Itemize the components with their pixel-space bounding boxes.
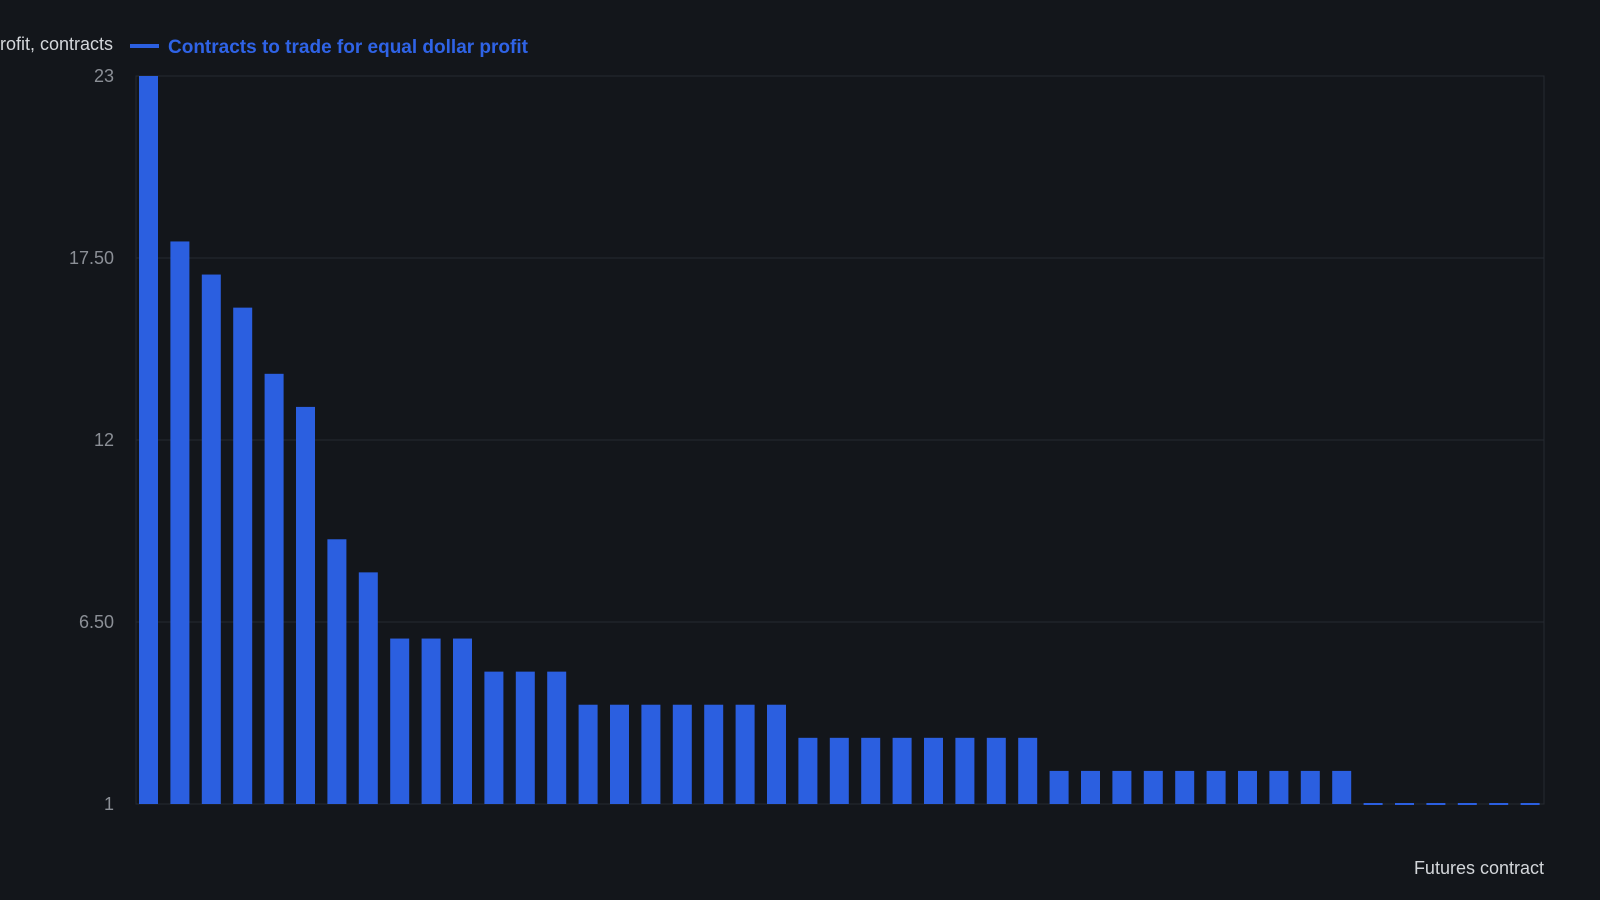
bar[interactable] xyxy=(767,704,786,804)
bar[interactable] xyxy=(170,241,190,805)
bar[interactable] xyxy=(955,737,975,804)
y-tick-label: 1 xyxy=(104,794,114,814)
bar[interactable] xyxy=(1206,770,1226,804)
bar[interactable] xyxy=(1112,770,1132,804)
bar[interactable] xyxy=(358,572,378,804)
y-tick-label: 12 xyxy=(94,430,114,450)
bar[interactable] xyxy=(1457,803,1477,805)
bar[interactable] xyxy=(578,704,598,804)
bar[interactable] xyxy=(1520,803,1540,805)
legend[interactable]: Contracts to trade for equal dollar prof… xyxy=(130,37,529,58)
bar[interactable] xyxy=(421,638,441,804)
bar[interactable] xyxy=(1489,803,1509,805)
bar[interactable] xyxy=(610,704,629,804)
bar[interactable] xyxy=(1426,803,1446,805)
bar[interactable] xyxy=(1363,803,1383,805)
bar[interactable] xyxy=(1269,770,1289,804)
bar[interactable] xyxy=(735,704,755,804)
legend-swatch xyxy=(130,44,159,48)
y-axis-ticks: 1 6.50 12 17.50 23 xyxy=(69,66,114,814)
bar[interactable] xyxy=(484,671,504,804)
bar[interactable] xyxy=(515,671,535,804)
bar[interactable] xyxy=(1143,770,1163,804)
bar[interactable] xyxy=(264,373,284,804)
bar[interactable] xyxy=(704,704,724,804)
bar[interactable] xyxy=(798,737,818,804)
bar[interactable] xyxy=(453,638,472,804)
bar[interactable] xyxy=(829,737,849,804)
bar[interactable] xyxy=(986,737,1006,804)
bar[interactable] xyxy=(892,737,912,804)
bar[interactable] xyxy=(201,274,221,805)
bar[interactable] xyxy=(641,704,661,804)
bar[interactable] xyxy=(547,671,567,804)
legend-label: Contracts to trade for equal dollar prof… xyxy=(168,37,529,58)
bar[interactable] xyxy=(924,737,943,804)
bar[interactable] xyxy=(672,704,692,804)
bar[interactable] xyxy=(327,539,347,804)
bar[interactable] xyxy=(233,307,253,804)
bar[interactable] xyxy=(390,638,410,804)
bar[interactable] xyxy=(296,406,315,804)
bar-chart: 1 6.50 12 17.50 23 Contracts to trade for eq… xyxy=(0,34,1545,878)
bar[interactable] xyxy=(1081,770,1100,804)
y-axis-title: Contracts to trade for equal dollar prof… xyxy=(0,34,113,54)
bar[interactable] xyxy=(1332,770,1352,804)
grid-lines xyxy=(135,75,1545,805)
bar[interactable] xyxy=(1049,770,1069,804)
y-tick-label: 17.50 xyxy=(69,248,114,268)
y-tick-label: 6.50 xyxy=(79,612,114,632)
bar[interactable] xyxy=(1300,770,1320,804)
bar[interactable] xyxy=(1238,770,1257,804)
x-axis-title: Futures contract xyxy=(1414,858,1544,878)
bar[interactable] xyxy=(1175,770,1195,804)
bar[interactable] xyxy=(139,76,158,804)
bar[interactable] xyxy=(1018,737,1038,804)
bar[interactable] xyxy=(861,737,881,804)
bar[interactable] xyxy=(1395,803,1414,805)
y-tick-label: 23 xyxy=(94,66,114,86)
